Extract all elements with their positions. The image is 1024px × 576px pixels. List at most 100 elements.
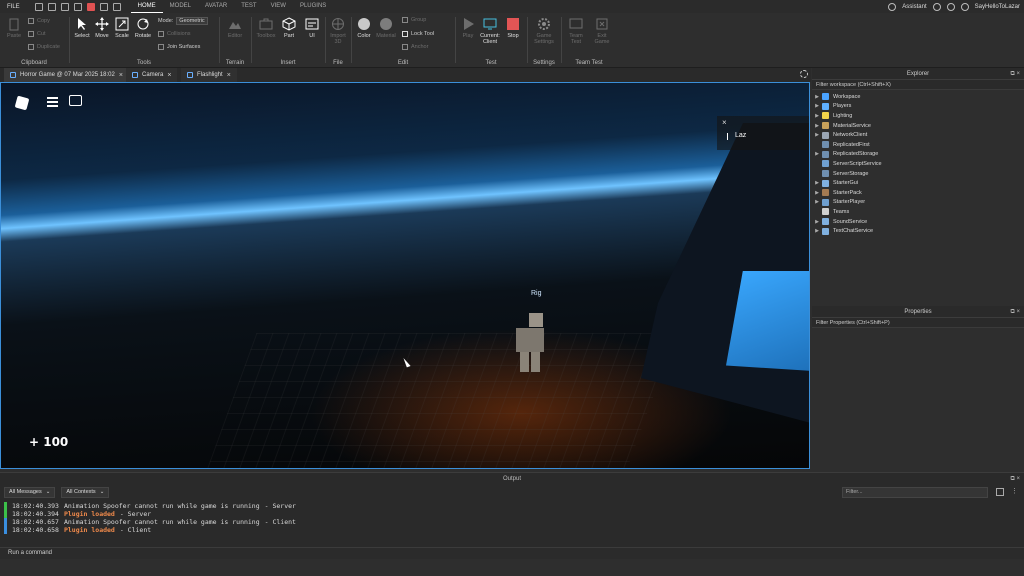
explorer-item[interactable]: ReplicatedFirst <box>812 140 1024 150</box>
settings-gear-icon[interactable] <box>800 70 808 78</box>
ui-button[interactable]: UI <box>300 17 324 39</box>
tab-home[interactable]: HOME <box>130 0 163 13</box>
duplicate-button[interactable]: Duplicate <box>28 44 60 50</box>
explorer-item[interactable]: ServerStorage <box>812 169 1024 179</box>
part-button[interactable]: Part <box>277 17 301 39</box>
explorer-item[interactable]: ▶ Players <box>812 102 1024 112</box>
command-bar-input[interactable]: Run a command <box>0 547 1024 559</box>
expand-arrow-icon[interactable]: ▶ <box>812 94 822 100</box>
tab-flashlight[interactable]: Flashlight × <box>181 68 237 82</box>
join-surfaces-checkbox[interactable] <box>158 44 164 50</box>
rig-character[interactable] <box>516 313 544 372</box>
clear-output-icon[interactable] <box>996 488 1004 496</box>
explorer-item[interactable]: ▶ Workspace <box>812 92 1024 102</box>
explorer-item[interactable]: ServerScriptService <box>812 159 1024 169</box>
current-client-button[interactable]: Current: Client <box>477 17 503 45</box>
terrain-editor-button[interactable]: Editor <box>223 17 247 39</box>
anchor-button[interactable]: Anchor <box>402 44 428 50</box>
explorer-item[interactable]: ▶ Lighting <box>812 111 1024 121</box>
file-menu[interactable]: FILE <box>0 4 27 10</box>
expand-arrow-icon[interactable]: ▶ <box>812 113 822 119</box>
panel-controls[interactable]: ⧉ × <box>1011 306 1020 318</box>
mode-selector[interactable]: Mode: Geometric <box>158 17 208 25</box>
game-settings-button[interactable]: Game Settings <box>532 17 556 45</box>
tab-model[interactable]: MODEL <box>163 0 198 13</box>
explorer-item[interactable]: ▶ MaterialService <box>812 121 1024 131</box>
collisions-checkbox[interactable] <box>158 31 164 37</box>
assistant-icon[interactable] <box>888 2 897 11</box>
notifications-icon[interactable] <box>960 2 969 11</box>
redo-icon[interactable] <box>112 2 121 11</box>
assistant-button[interactable]: Assistant <box>902 4 926 10</box>
open-file-icon[interactable] <box>47 2 56 11</box>
tab-camera[interactable]: Camera × <box>126 68 178 82</box>
exit-game-button[interactable]: Exit Game <box>590 17 614 45</box>
more-options-icon[interactable]: ⋮ <box>1011 487 1018 495</box>
material-button[interactable]: Material <box>374 17 398 39</box>
cut-button[interactable]: Cut <box>28 31 46 37</box>
expand-arrow-icon[interactable]: ▶ <box>812 228 822 234</box>
messages-filter-dropdown[interactable]: All Messages ⌄ <box>4 486 56 498</box>
expand-arrow-icon[interactable]: ▶ <box>812 132 822 138</box>
explorer-filter-input[interactable]: Filter workspace (Ctrl+Shift+X) <box>812 80 1024 90</box>
contexts-filter-dropdown[interactable]: All Contexts ⌄ <box>61 486 110 498</box>
expand-arrow-icon[interactable]: ▶ <box>812 219 822 225</box>
join-surfaces-toggle[interactable]: Join Surfaces <box>158 44 200 50</box>
lock-tool-button[interactable]: Lock Tool <box>402 31 434 37</box>
expand-arrow-icon[interactable]: ▶ <box>812 180 822 186</box>
color-button[interactable]: Color <box>352 17 376 39</box>
mode-value[interactable]: Geometric <box>176 17 208 25</box>
explorer-item[interactable]: ▶ StarterGui <box>812 178 1024 188</box>
paste-button[interactable]: Paste <box>2 17 26 39</box>
explorer-item[interactable]: ▶ TextChatService <box>812 226 1024 236</box>
panel-controls[interactable]: ⧉ × <box>1011 68 1020 80</box>
explorer-item[interactable]: ▶ NetworkClient <box>812 130 1024 140</box>
copy-button[interactable]: Copy <box>28 18 50 24</box>
close-icon[interactable]: × <box>167 72 171 79</box>
close-icon[interactable]: × <box>722 118 727 127</box>
service-icon <box>822 93 829 101</box>
close-icon[interactable]: × <box>119 72 123 79</box>
tab-plugins[interactable]: PLUGINS <box>293 0 333 13</box>
properties-filter-input[interactable]: Filter Properties (Ctrl+Shift+P) <box>812 318 1024 328</box>
expand-arrow-icon[interactable]: ▶ <box>812 123 822 129</box>
expand-arrow-icon[interactable]: ▶ <box>812 190 822 196</box>
expand-arrow-icon[interactable]: ▶ <box>812 199 822 205</box>
stop-icon[interactable] <box>86 2 95 11</box>
explorer-item[interactable]: ▶ StarterPlayer <box>812 198 1024 208</box>
tab-test[interactable]: TEST <box>234 0 263 13</box>
collisions-toggle[interactable]: Collisions <box>158 31 191 37</box>
tab-avatar[interactable]: AVATAR <box>198 0 234 13</box>
panel-controls[interactable]: ⧉ × <box>1011 473 1020 485</box>
hamburger-menu-icon[interactable] <box>47 97 58 107</box>
new-file-icon[interactable] <box>34 2 43 11</box>
team-test-button[interactable]: Team Test <box>564 17 588 45</box>
expand-arrow-icon[interactable]: ▶ <box>812 103 822 109</box>
tab-flashlight-label: Flashlight <box>197 72 223 78</box>
stop-button[interactable]: Stop <box>501 17 525 39</box>
rotate-button[interactable]: Rotate <box>131 17 155 39</box>
toolbox-button[interactable]: Toolbox <box>254 17 278 39</box>
player-name[interactable]: Laz <box>735 132 746 139</box>
group-button[interactable]: Group <box>402 17 426 23</box>
tab-horror-game[interactable]: Horror Game @ 07 Mar 2025 18:02 × <box>4 68 129 82</box>
save-icon[interactable] <box>60 2 69 11</box>
explorer-item[interactable]: ▶ ReplicatedStorage <box>812 150 1024 160</box>
help-icon[interactable] <box>932 2 941 11</box>
toolbox-icon <box>259 18 273 30</box>
tab-view[interactable]: VIEW <box>264 0 293 13</box>
play-icon[interactable] <box>73 2 82 11</box>
chat-icon[interactable] <box>69 95 82 106</box>
output-filter-input[interactable]: Filter... <box>842 487 988 498</box>
roblox-logo-icon[interactable] <box>14 95 30 111</box>
close-icon[interactable]: × <box>227 72 231 79</box>
expand-arrow-icon[interactable]: ▶ <box>812 151 822 157</box>
explorer-item[interactable]: Teams <box>812 207 1024 217</box>
undo-icon[interactable] <box>99 2 108 11</box>
explorer-item[interactable]: ▶ SoundService <box>812 217 1024 227</box>
user-name[interactable]: SayHelloToLazar <box>975 4 1020 10</box>
import-3d-button[interactable]: Import 3D <box>326 17 350 45</box>
explorer-item[interactable]: ▶ StarterPack <box>812 188 1024 198</box>
game-viewport[interactable]: Rig + 100 × Laz <box>0 82 810 469</box>
share-icon[interactable] <box>946 2 955 11</box>
